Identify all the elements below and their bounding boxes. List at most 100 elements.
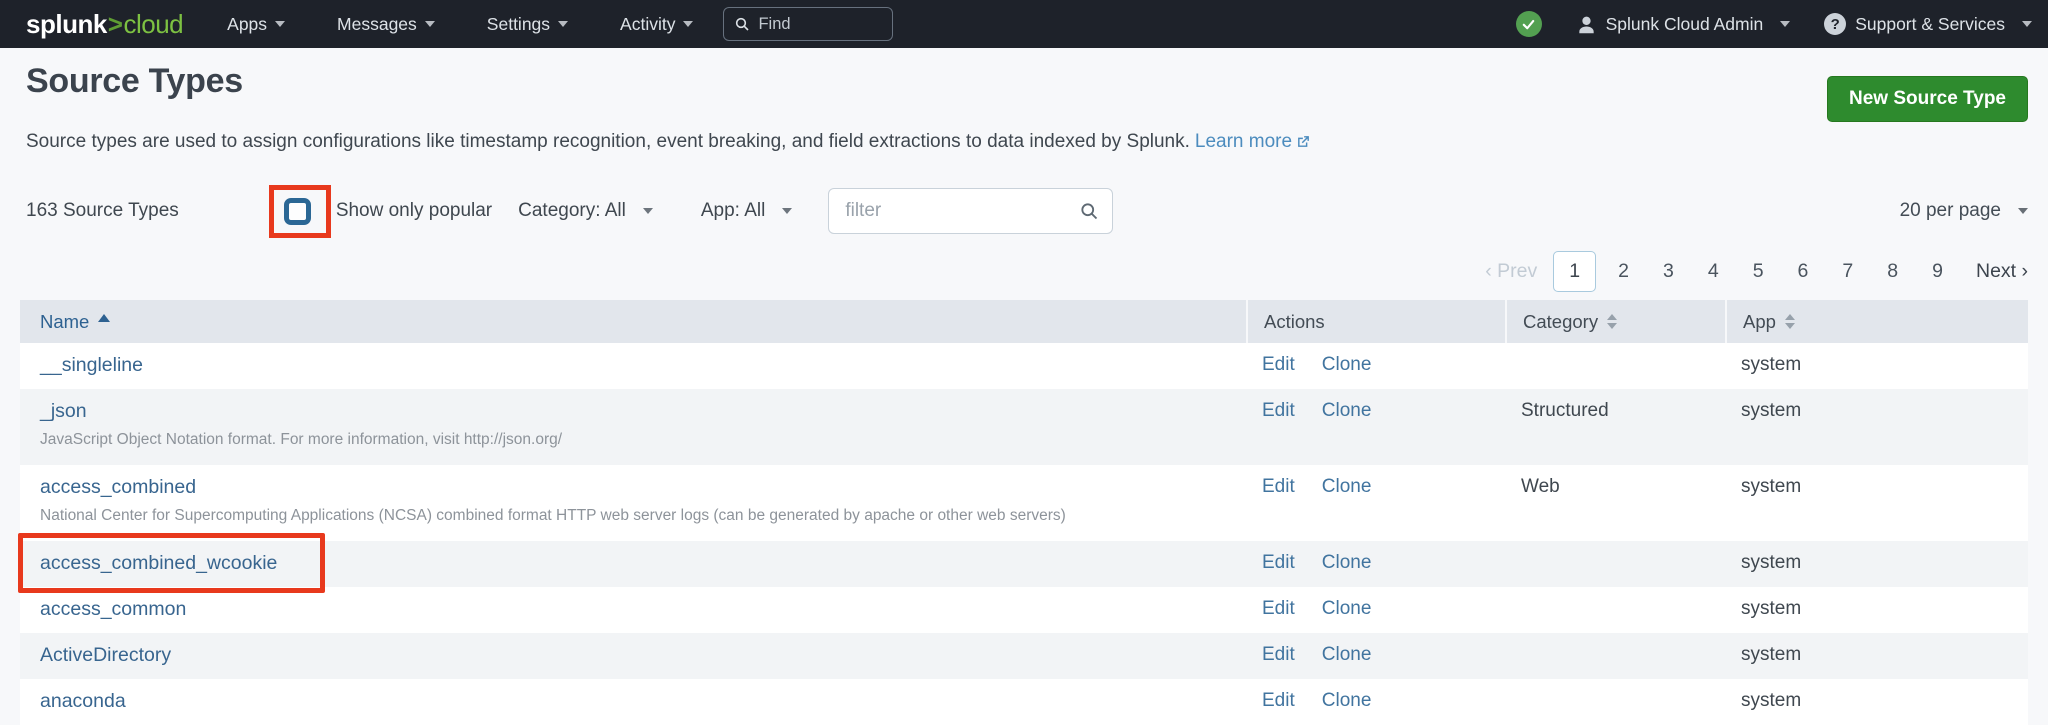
row-app: system [1741, 476, 1802, 497]
table-header-row: Name Actions Category App [20, 300, 2028, 343]
row-clone-link[interactable]: Clone [1322, 598, 1372, 620]
source-type-count: 163 Source Types [26, 200, 179, 221]
row-category [1505, 633, 1725, 679]
row-edit-link[interactable]: Edit [1262, 400, 1295, 422]
support-menu-label: Support & Services [1855, 13, 2005, 34]
table-row: anaconda Edit Clone system [20, 679, 2028, 725]
user-menu[interactable]: Splunk Cloud Admin [1576, 14, 1791, 35]
row-clone-link[interactable]: Clone [1322, 552, 1372, 574]
sort-ascending-icon [98, 314, 111, 322]
column-header-name[interactable]: Name [20, 300, 1246, 343]
column-header-app[interactable]: App [1725, 300, 2028, 343]
row-name-cell: ActiveDirectory [20, 633, 1246, 679]
row-clone-link[interactable]: Clone [1322, 644, 1372, 666]
row-name-cell: anaconda [20, 679, 1246, 725]
row-actions-cell: Edit Clone [1246, 389, 1505, 465]
person-icon [1576, 14, 1597, 35]
row-clone-link[interactable]: Clone [1322, 476, 1372, 498]
row-edit-link[interactable]: Edit [1262, 690, 1295, 712]
table-row: ActiveDirectory Edit Clone system [20, 633, 2028, 679]
nav-item-settings[interactable]: Settings [487, 14, 569, 35]
row-name-cell: __singleline [20, 343, 1246, 389]
row-name-cell: access_combined_wcookie [20, 541, 1246, 587]
new-source-type-button[interactable]: New Source Type [1827, 76, 2028, 122]
column-header-actions: Actions [1246, 300, 1505, 343]
show-only-popular-checkbox[interactable] [283, 197, 311, 225]
row-clone-link[interactable]: Clone [1322, 400, 1372, 422]
learn-more-link[interactable]: Learn more [1195, 131, 1292, 152]
sort-both-icon [1784, 314, 1795, 329]
pagination-next[interactable]: Next › [1976, 260, 2028, 283]
pagination-page-1[interactable]: 1 [1553, 250, 1597, 292]
row-actions-cell: Edit Clone [1246, 633, 1505, 679]
show-only-popular-label[interactable]: Show only popular [336, 200, 492, 222]
pagination-page-2[interactable]: 2 [1601, 252, 1646, 291]
row-app: system [1741, 400, 1802, 421]
row-app: system [1741, 690, 1802, 711]
top-nav-bar: splunk>cloud Apps Messages Settings Activit… [0, 0, 2048, 48]
pagination-page-4[interactable]: 4 [1691, 252, 1736, 291]
row-edit-link[interactable]: Edit [1262, 476, 1295, 498]
nav-right-group: Splunk Cloud Admin ? Support & Services [1515, 11, 2032, 37]
search-icon [736, 17, 750, 31]
row-name-link[interactable]: _json [40, 400, 87, 422]
support-menu[interactable]: ? Support & Services [1824, 13, 2032, 35]
row-actions-cell: Edit Clone [1246, 465, 1505, 541]
nav-item-label: Activity [620, 13, 676, 34]
pagination-page-9[interactable]: 9 [1915, 252, 1960, 291]
row-name-link[interactable]: access_common [40, 598, 186, 620]
table-row: access_combined_wcookie Edit Clone syste… [20, 541, 2028, 587]
pagination-page-5[interactable]: 5 [1736, 252, 1781, 291]
row-clone-link[interactable]: Clone [1322, 690, 1372, 712]
filter-input[interactable] [828, 188, 1114, 234]
row-name-link[interactable]: anaconda [40, 690, 126, 712]
row-name-link[interactable]: access_combined [40, 476, 196, 498]
row-category: Web [1521, 476, 1560, 497]
row-app: system [1741, 644, 1802, 665]
per-page-dropdown[interactable]: 20 per page [1900, 200, 2028, 222]
row-edit-link[interactable]: Edit [1262, 598, 1295, 620]
splunk-cloud-logo[interactable]: splunk>cloud [26, 8, 184, 40]
pagination-page-3[interactable]: 3 [1646, 252, 1691, 291]
app-filter-dropdown[interactable]: App: All [701, 200, 793, 222]
chevron-down-icon [2022, 21, 2032, 27]
row-edit-link[interactable]: Edit [1262, 354, 1295, 376]
pagination-pages: 123456789 [1553, 250, 1960, 292]
health-status-icon[interactable] [1515, 11, 1542, 37]
row-name-link[interactable]: __singleline [40, 354, 143, 376]
filter-input-wrap [828, 188, 1114, 234]
row-category [1505, 587, 1725, 633]
chevron-down-icon [2018, 208, 2028, 214]
pagination: ‹ Prev 123456789 Next › [1485, 248, 2028, 294]
nav-item-activity[interactable]: Activity [620, 13, 694, 35]
category-filter-dropdown[interactable]: Category: All [518, 200, 653, 222]
row-app: system [1741, 354, 1802, 375]
nav-item-messages[interactable]: Messages [337, 14, 435, 35]
page-title: Source Types [26, 62, 243, 100]
row-category [1505, 343, 1725, 389]
nav-item-label: Messages [337, 13, 417, 34]
filter-bar: 163 Source Types Show only popular Categ… [26, 182, 2028, 240]
column-header-app-label: App [1743, 310, 1776, 332]
pagination-prev[interactable]: ‹ Prev [1485, 260, 1537, 283]
row-clone-link[interactable]: Clone [1322, 354, 1372, 376]
column-header-category[interactable]: Category [1505, 300, 1725, 343]
search-icon [1081, 203, 1098, 220]
find-input[interactable] [758, 14, 883, 34]
pagination-page-6[interactable]: 6 [1781, 252, 1826, 291]
row-name-cell: _json JavaScript Object Notation format.… [20, 389, 1246, 465]
logo-splunk-text: splunk [26, 8, 107, 39]
nav-item-apps[interactable]: Apps [227, 13, 286, 35]
pagination-page-8[interactable]: 8 [1870, 252, 1915, 291]
pagination-page-7[interactable]: 7 [1825, 252, 1870, 291]
row-edit-link[interactable]: Edit [1262, 552, 1295, 574]
nav-item-label: Apps [227, 13, 268, 34]
find-search-box[interactable] [723, 7, 894, 41]
row-name-link[interactable]: ActiveDirectory [40, 644, 171, 666]
row-name-link[interactable]: access_combined_wcookie [40, 552, 277, 574]
table-row: access_combined National Center for Supe… [20, 465, 2028, 541]
row-edit-link[interactable]: Edit [1262, 644, 1295, 666]
column-header-category-label: Category [1523, 310, 1599, 332]
chevron-down-icon [1780, 21, 1791, 27]
row-category [1505, 541, 1725, 587]
